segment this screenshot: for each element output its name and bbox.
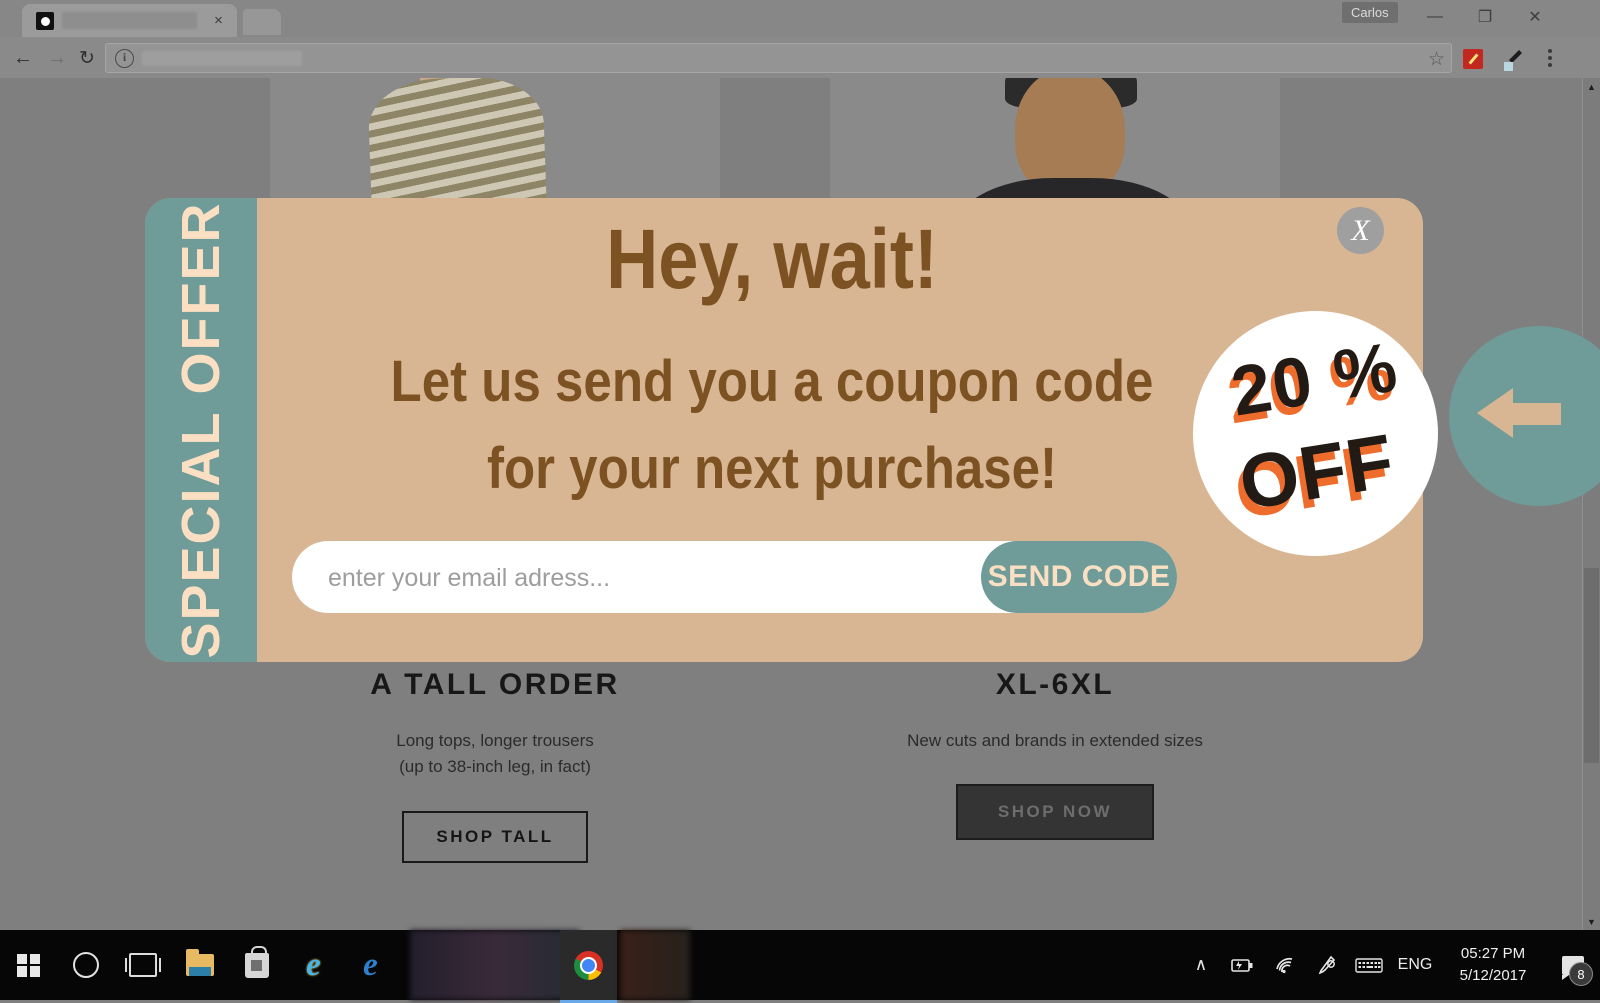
taskbar-blurred-items[interactable] bbox=[410, 930, 580, 1000]
left-arrow-icon bbox=[1477, 388, 1561, 438]
new-tab-button[interactable] bbox=[243, 9, 281, 35]
tray-overflow-icon[interactable]: ∧ bbox=[1180, 930, 1222, 1000]
promo-subtitle-line2: (up to 38-inch leg, in fact) bbox=[399, 757, 591, 777]
send-code-button[interactable]: SEND CODE bbox=[981, 541, 1177, 613]
modal-close-button[interactable]: X bbox=[1337, 207, 1384, 254]
email-signup-form: SEND CODE bbox=[292, 541, 1177, 615]
modal-body: Hey, wait! Let us send you a coupon code… bbox=[257, 198, 1600, 662]
page-scrollbar[interactable]: ▲ ▼ bbox=[1582, 78, 1600, 930]
shop-tall-button[interactable]: SHOP TALL bbox=[402, 810, 588, 863]
discount-badge: 20 % OFF bbox=[1193, 311, 1438, 556]
special-offer-label: SPECIAL OFFER bbox=[171, 201, 231, 659]
clock[interactable]: 05:27 PM 5/12/2017 bbox=[1440, 930, 1546, 1000]
modal-subline-line1: Let us send you a coupon code bbox=[390, 349, 1154, 414]
promo-subtitle-line1: Long tops, longer trousers bbox=[396, 731, 594, 750]
promo-subtitle-line1: New cuts and brands in extended sizes bbox=[907, 731, 1203, 750]
tab-favicon-icon bbox=[36, 12, 54, 30]
window-minimize-button[interactable]: — bbox=[1412, 0, 1458, 33]
system-tray: ∧ ENG 05:27 PM 5/12/2017 8 bbox=[1180, 930, 1600, 1000]
reload-icon[interactable]: ↻ bbox=[74, 45, 100, 71]
tab-title-redacted bbox=[62, 12, 197, 29]
extension-icon-wand[interactable] bbox=[1463, 49, 1483, 69]
battery-icon[interactable] bbox=[1222, 930, 1264, 1000]
scroll-down-arrow-icon[interactable]: ▼ bbox=[1583, 913, 1600, 930]
taskbar-blurred-item-2[interactable] bbox=[620, 930, 690, 1000]
tab-close-icon[interactable]: × bbox=[210, 12, 227, 29]
site-info-icon[interactable]: i bbox=[115, 49, 134, 68]
promo-column-xl: XL-6XL New cuts and brands in extended s… bbox=[830, 668, 1280, 841]
edge-icon[interactable]: e bbox=[342, 930, 399, 1000]
chrome-icon[interactable] bbox=[560, 930, 617, 1000]
keyboard-icon[interactable] bbox=[1348, 930, 1390, 1000]
special-offer-modal: SPECIAL OFFER Hey, wait! Let us send you… bbox=[145, 198, 1600, 662]
wifi-icon[interactable] bbox=[1264, 930, 1306, 1000]
address-bar[interactable]: i bbox=[105, 43, 1452, 73]
email-input[interactable] bbox=[326, 541, 930, 615]
scrollbar-thumb[interactable] bbox=[1584, 568, 1599, 763]
promo-title: XL-6XL bbox=[995, 668, 1115, 701]
url-text-redacted bbox=[142, 51, 302, 66]
task-view-icon[interactable] bbox=[114, 930, 171, 1000]
back-arrow-icon[interactable]: ← bbox=[10, 45, 36, 71]
notifications-icon[interactable]: 8 bbox=[1546, 930, 1600, 1000]
modal-subline-line2: for your next purchase! bbox=[486, 436, 1058, 501]
modal-headline: Hey, wait! bbox=[606, 212, 938, 306]
clock-time: 05:27 PM bbox=[1460, 945, 1526, 963]
pen-icon[interactable] bbox=[1306, 930, 1348, 1000]
file-explorer-icon[interactable] bbox=[171, 930, 228, 1000]
scroll-up-arrow-icon[interactable]: ▲ bbox=[1583, 78, 1600, 95]
browser-titlebar: × Carlos — ❐ ✕ bbox=[0, 0, 1600, 37]
modal-side-banner: SPECIAL OFFER bbox=[145, 198, 257, 662]
profile-name-chip[interactable]: Carlos bbox=[1342, 2, 1398, 23]
start-icon[interactable] bbox=[0, 930, 57, 1000]
bookmark-star-icon[interactable]: ☆ bbox=[1428, 48, 1445, 71]
promo-title: A TALL ORDER bbox=[370, 668, 620, 701]
clock-date: 5/12/2017 bbox=[1459, 967, 1527, 984]
internet-explorer-icon[interactable]: e bbox=[285, 930, 342, 1000]
promo-column-tall: A TALL ORDER Long tops, longer trousers … bbox=[270, 668, 720, 863]
browser-tab[interactable]: × bbox=[22, 4, 237, 37]
store-icon[interactable] bbox=[228, 930, 285, 1000]
browser-toolbar: ← → ↻ i ☆ bbox=[0, 37, 1600, 78]
extension-icon-eyedropper[interactable] bbox=[1500, 46, 1526, 72]
windows-taskbar: e e ∧ ENG 05:27 PM 5/12/2017 8 bbox=[0, 930, 1600, 1003]
cortana-icon[interactable] bbox=[57, 930, 114, 1000]
forward-arrow-icon[interactable]: → bbox=[44, 45, 70, 71]
browser-chrome: × Carlos — ❐ ✕ ← → ↻ i ☆ bbox=[0, 0, 1600, 78]
shop-now-button[interactable]: SHOP NOW bbox=[955, 784, 1155, 841]
window-close-button[interactable]: ✕ bbox=[1512, 0, 1558, 33]
modal-subline: Let us send you a coupon code for your n… bbox=[319, 338, 1225, 512]
browser-menu-icon[interactable] bbox=[1540, 47, 1560, 69]
window-maximize-button[interactable]: ❐ bbox=[1462, 0, 1508, 33]
language-indicator[interactable]: ENG bbox=[1390, 930, 1440, 1000]
notification-count-badge: 8 bbox=[1569, 962, 1593, 986]
